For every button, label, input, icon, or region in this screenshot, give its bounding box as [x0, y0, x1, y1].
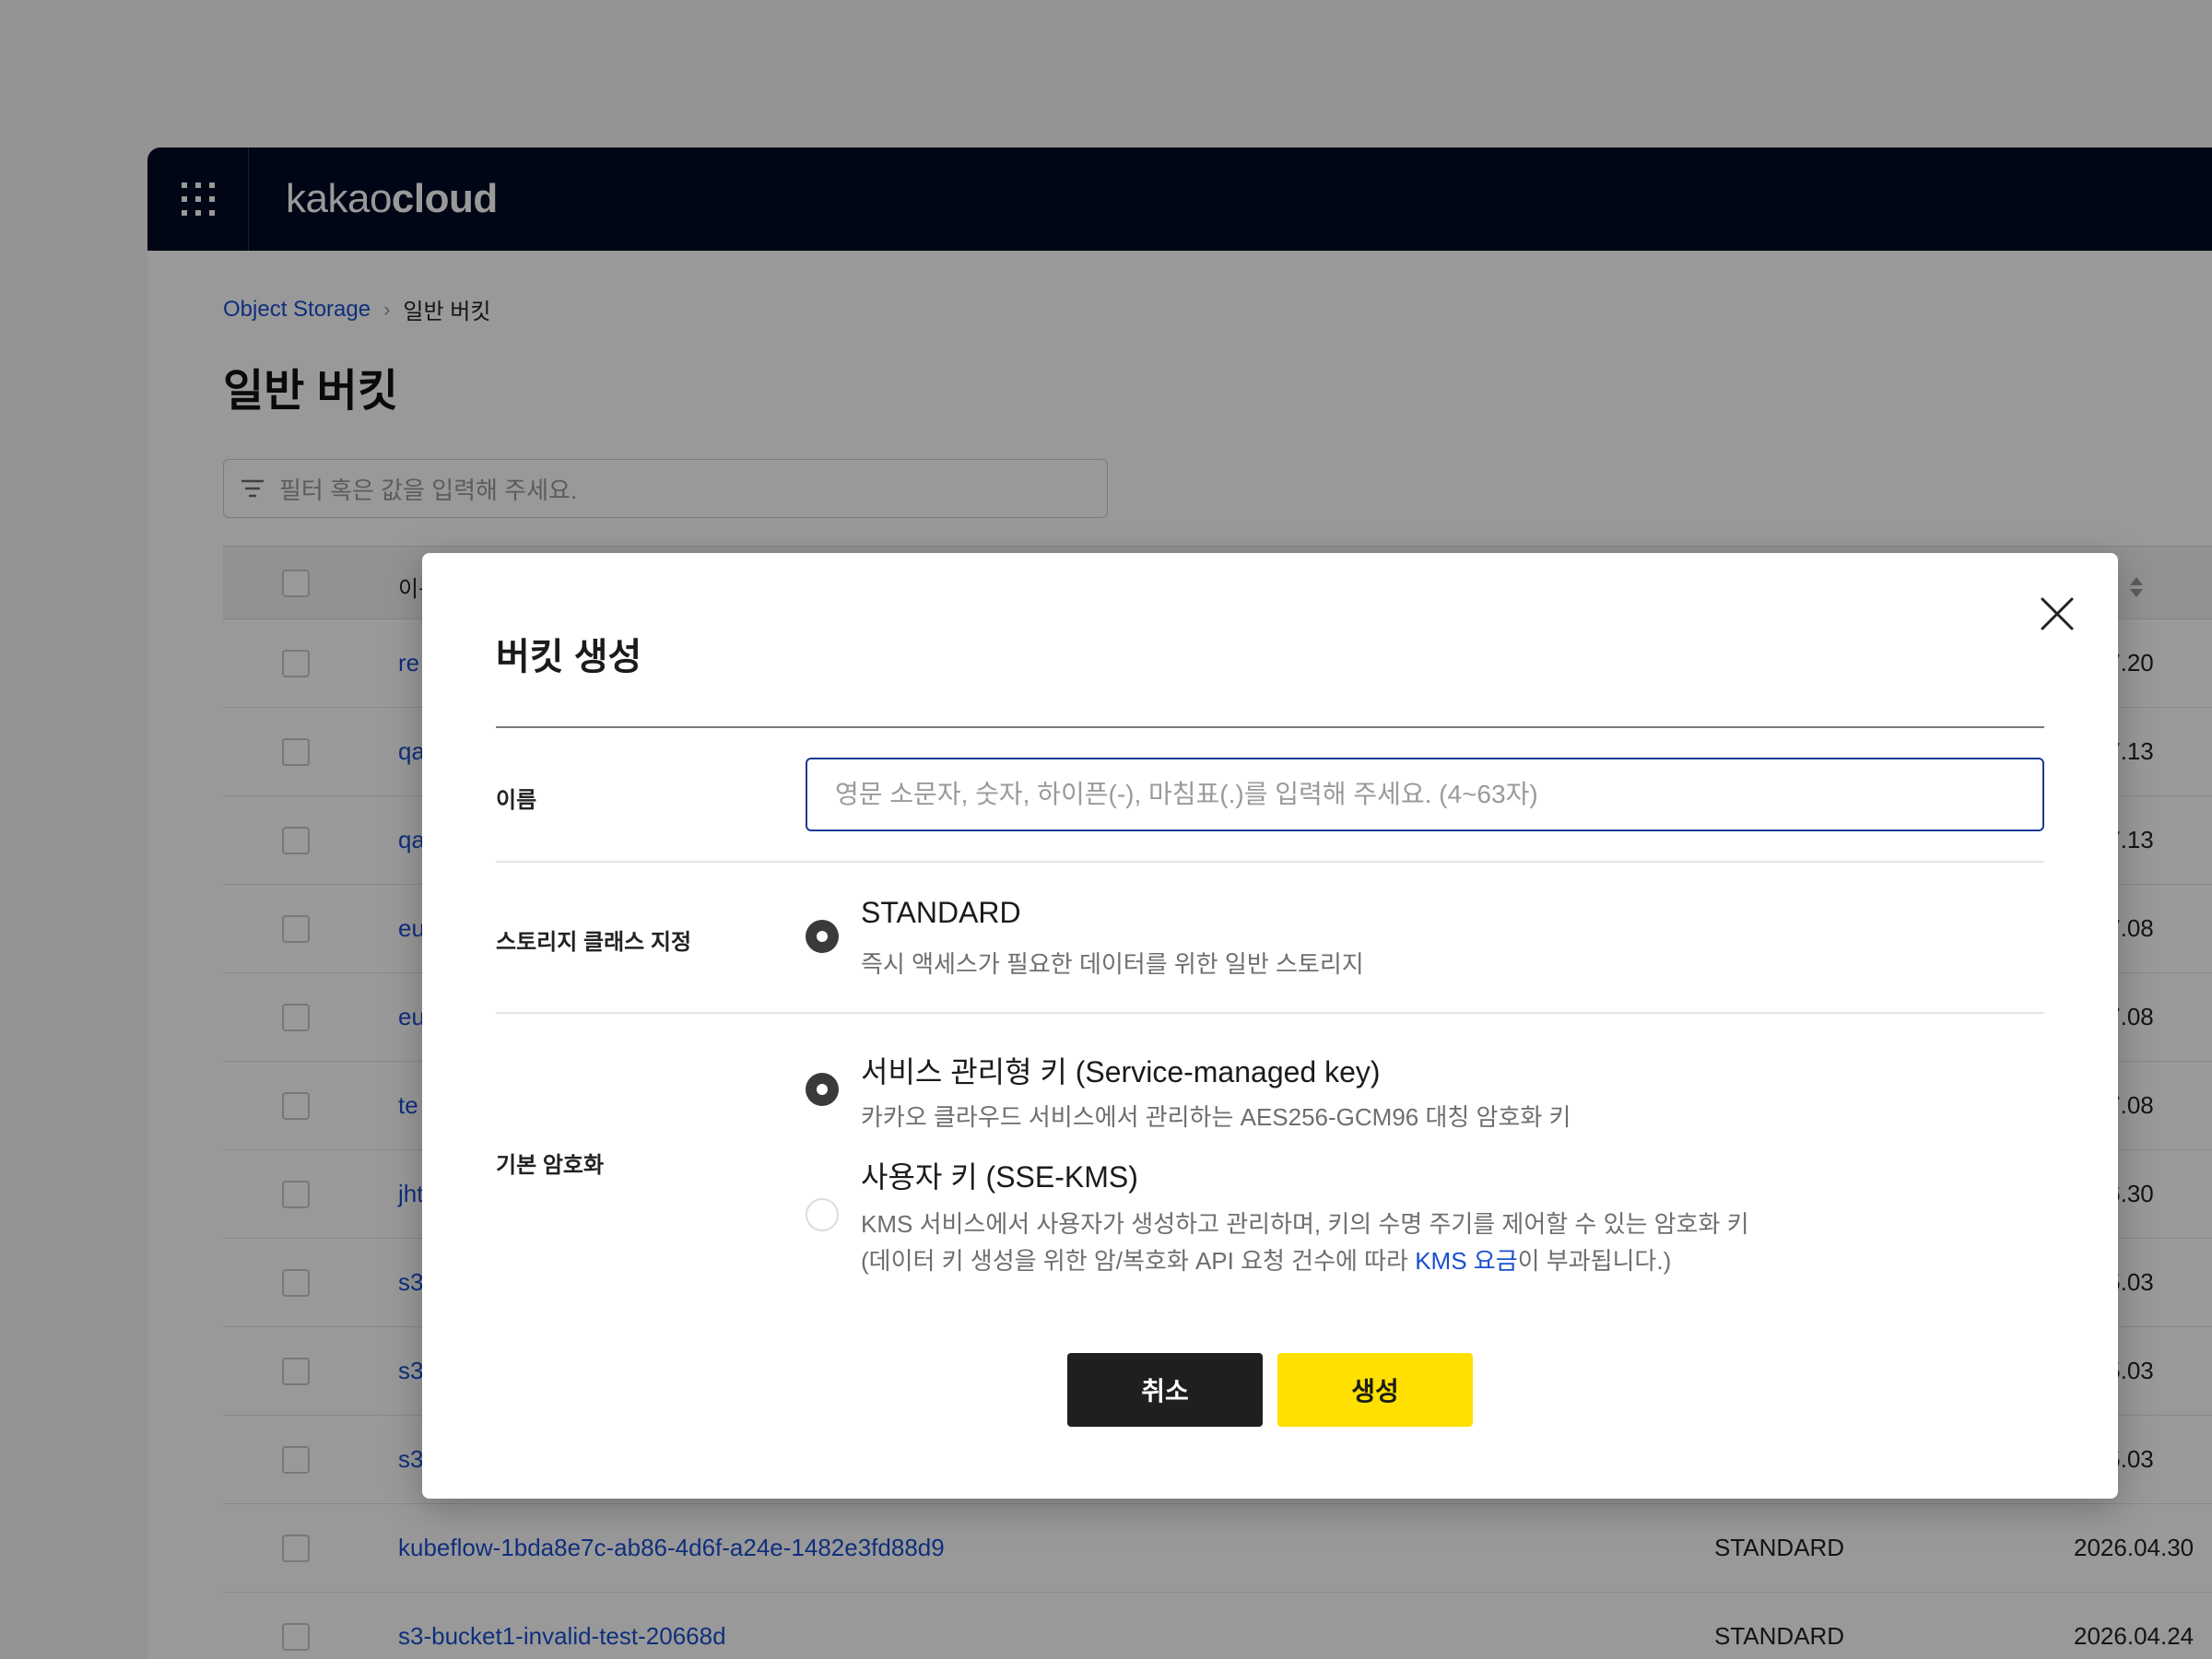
close-icon [2041, 597, 2074, 630]
sse-kms-desc: KMS 서비스에서 사용자가 생성하고 관리하며, 키의 수명 주기를 제어할 … [861, 1206, 1749, 1279]
service-managed-key-radio[interactable] [806, 1073, 839, 1106]
service-managed-key-title: 서비스 관리형 키 (Service-managed key) [861, 1055, 1381, 1088]
create-bucket-dialog: 버킷 생성 이름 스토리지 클래스 지정 STANDARD 즉시 액세스가 필요… [422, 553, 2118, 1499]
encryption-label: 기본 암호화 [496, 1153, 605, 1178]
service-managed-key-desc: 카카오 클라우드 서비스에서 관리하는 AES256-GCM96 대칭 암호화 … [861, 1103, 1571, 1131]
sse-kms-desc-line2: (데이터 키 생성을 위한 암/복호화 API 요청 건수에 따라 KMS 요금… [861, 1242, 1749, 1279]
standard-option-title: STANDARD [861, 896, 1021, 929]
sse-kms-radio[interactable] [806, 1198, 839, 1231]
close-button[interactable] [2037, 594, 2077, 634]
dialog-title: 버킷 생성 [496, 637, 642, 677]
row-divider [496, 861, 2044, 863]
create-button[interactable]: 생성 [1277, 1353, 1473, 1427]
cancel-button[interactable]: 취소 [1067, 1353, 1263, 1427]
sse-kms-title: 사용자 키 (SSE-KMS) [861, 1160, 1138, 1194]
sse-kms-desc-post: 이 부과됩니다.) [1517, 1247, 1672, 1275]
kms-pricing-link[interactable]: KMS 요금 [1415, 1247, 1517, 1275]
bucket-name-input[interactable] [806, 758, 2044, 831]
name-label: 이름 [496, 788, 537, 813]
title-divider [496, 726, 2044, 728]
storage-class-label: 스토리지 클래스 지정 [496, 930, 692, 955]
sse-kms-desc-pre: (데이터 키 생성을 위한 암/복호화 API 요청 건수에 따라 [861, 1247, 1416, 1275]
standard-option-desc: 즉시 액세스가 필요한 데이터를 위한 일반 스토리지 [861, 950, 1364, 978]
sse-kms-desc-line1: KMS 서비스에서 사용자가 생성하고 관리하며, 키의 수명 주기를 제어할 … [861, 1210, 1749, 1238]
standard-radio[interactable] [806, 920, 839, 953]
row-divider [496, 1012, 2044, 1014]
